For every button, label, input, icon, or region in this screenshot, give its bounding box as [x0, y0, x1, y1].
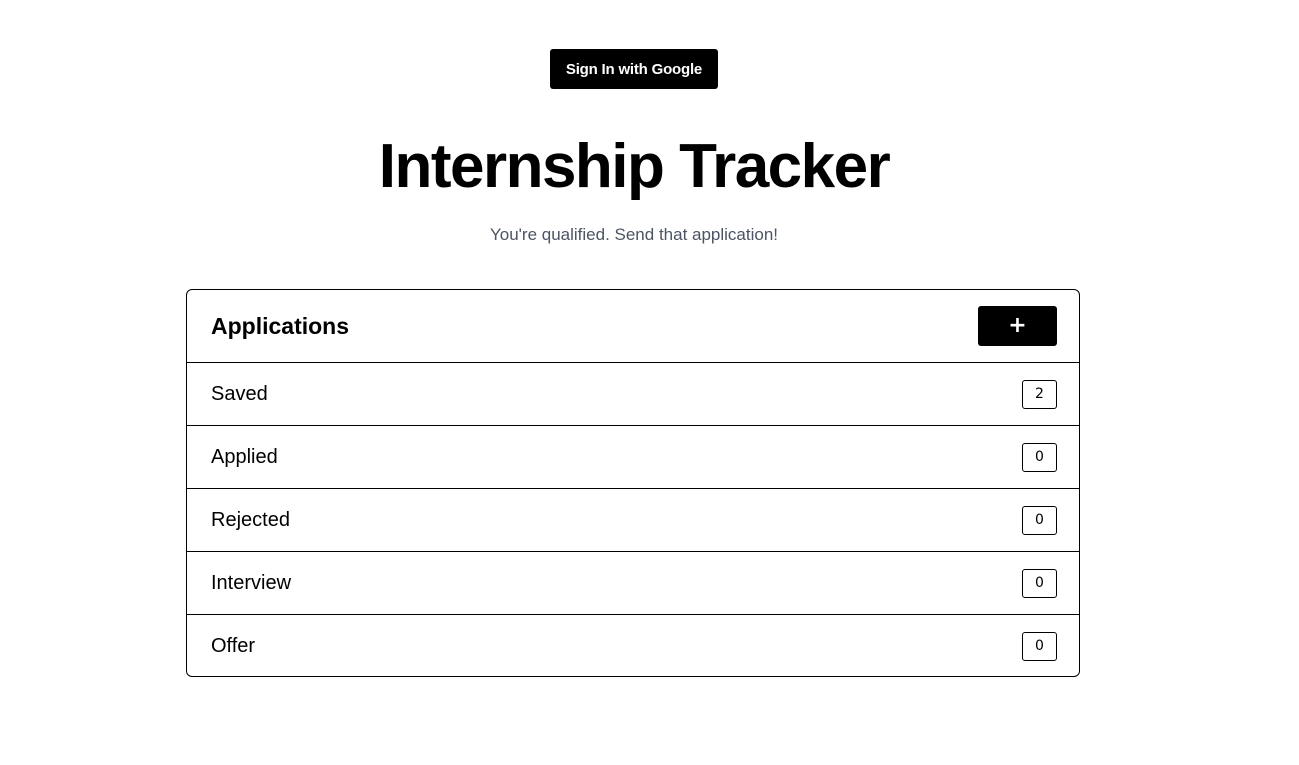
- status-label: Applied: [211, 446, 278, 468]
- status-row-saved[interactable]: Saved 2: [187, 363, 1079, 426]
- status-row-offer[interactable]: Offer 0: [187, 615, 1079, 676]
- applications-title: Applications: [211, 313, 350, 339]
- status-label: Rejected: [211, 509, 290, 531]
- status-label: Offer: [211, 635, 256, 657]
- applications-card: Applications + Saved 2 Applied 0 Rejecte…: [186, 289, 1080, 677]
- status-count-badge: 0: [1022, 506, 1057, 535]
- status-count-badge: 0: [1022, 443, 1057, 472]
- status-count-badge: 0: [1022, 569, 1057, 598]
- applications-header: Applications +: [187, 290, 1079, 363]
- status-label: Saved: [211, 383, 268, 405]
- sign-in-google-button[interactable]: Sign In with Google: [550, 49, 718, 89]
- status-label: Interview: [211, 572, 292, 594]
- status-list: Saved 2 Applied 0 Rejected 0 Interview 0…: [187, 363, 1079, 676]
- status-row-applied[interactable]: Applied 0: [187, 426, 1079, 489]
- status-count-badge: 0: [1022, 632, 1057, 661]
- page-subtitle: You're qualified. Send that application!: [489, 225, 779, 244]
- page: Sign In with Google Internship Tracker Y…: [0, 0, 1299, 765]
- page-title: Internship Tracker: [378, 132, 891, 201]
- status-row-rejected[interactable]: Rejected 0: [187, 489, 1079, 552]
- add-application-button[interactable]: +: [978, 306, 1057, 346]
- status-count-badge: 2: [1022, 380, 1057, 409]
- status-row-interview[interactable]: Interview 0: [187, 552, 1079, 615]
